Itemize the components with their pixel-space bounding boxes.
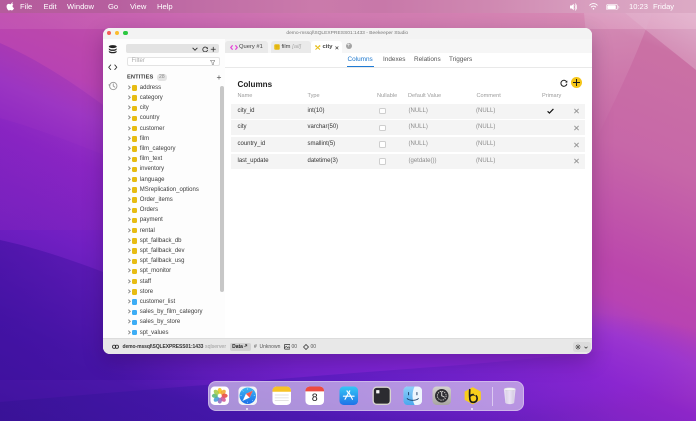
svg-text:8: 8 xyxy=(312,392,318,404)
